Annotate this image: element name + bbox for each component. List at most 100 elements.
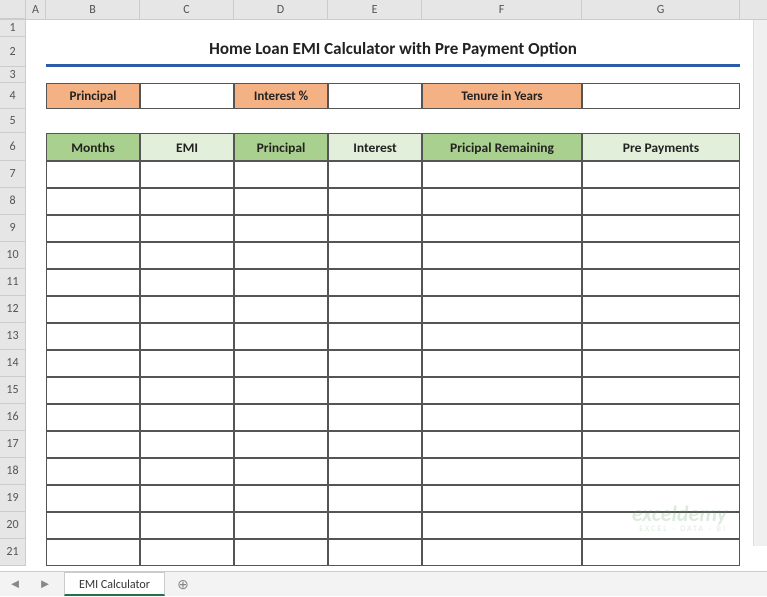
cell[interactable] <box>328 404 422 431</box>
col-header-E[interactable]: E <box>328 0 422 19</box>
cell[interactable] <box>234 512 328 539</box>
cell[interactable] <box>328 296 422 323</box>
col-header-B[interactable]: B <box>46 0 140 19</box>
cell[interactable] <box>234 188 328 215</box>
cell[interactable] <box>422 431 582 458</box>
cell[interactable] <box>422 242 582 269</box>
vertical-scrollbar[interactable] <box>753 20 767 546</box>
row-header-21[interactable]: 21 <box>0 539 26 566</box>
cell[interactable] <box>46 539 140 566</box>
cell[interactable] <box>140 161 234 188</box>
cell[interactable] <box>46 404 140 431</box>
cell[interactable] <box>140 512 234 539</box>
row-header-10[interactable]: 10 <box>0 242 26 269</box>
cell[interactable] <box>46 215 140 242</box>
cell[interactable] <box>140 296 234 323</box>
col-header-G[interactable]: G <box>582 0 740 19</box>
cell[interactable] <box>328 323 422 350</box>
cell[interactable] <box>328 431 422 458</box>
cell[interactable] <box>140 431 234 458</box>
cell[interactable] <box>140 458 234 485</box>
cell[interactable] <box>328 350 422 377</box>
principal-input[interactable] <box>140 83 234 109</box>
cell[interactable] <box>582 215 740 242</box>
cell[interactable] <box>234 485 328 512</box>
cell[interactable] <box>234 161 328 188</box>
sheet-tab-active[interactable]: EMI Calculator <box>64 572 165 596</box>
cell[interactable] <box>328 242 422 269</box>
cell[interactable] <box>328 161 422 188</box>
cell[interactable] <box>328 512 422 539</box>
cell[interactable] <box>582 377 740 404</box>
cell[interactable] <box>46 458 140 485</box>
cell[interactable] <box>46 377 140 404</box>
spreadsheet[interactable]: A B C D E F G 12345678910111213141516171… <box>0 0 767 571</box>
row-header-15[interactable]: 15 <box>0 377 26 404</box>
cell[interactable] <box>422 485 582 512</box>
cell[interactable] <box>234 242 328 269</box>
cell[interactable] <box>140 539 234 566</box>
cell[interactable] <box>328 458 422 485</box>
cell[interactable] <box>140 404 234 431</box>
cell[interactable] <box>140 350 234 377</box>
cell[interactable] <box>582 485 740 512</box>
cell[interactable] <box>582 269 740 296</box>
row-header-7[interactable]: 7 <box>0 161 26 188</box>
cell[interactable] <box>234 458 328 485</box>
cell[interactable] <box>140 485 234 512</box>
cell[interactable] <box>422 458 582 485</box>
cell[interactable] <box>46 431 140 458</box>
row-header-12[interactable]: 12 <box>0 296 26 323</box>
row-header-14[interactable]: 14 <box>0 350 26 377</box>
row-header-1[interactable]: 1 <box>0 20 26 37</box>
cell[interactable] <box>582 350 740 377</box>
cell[interactable] <box>234 269 328 296</box>
cell[interactable] <box>328 539 422 566</box>
cell[interactable] <box>582 404 740 431</box>
cell[interactable] <box>140 188 234 215</box>
cell[interactable] <box>422 539 582 566</box>
cell[interactable] <box>46 188 140 215</box>
col-header-F[interactable]: F <box>422 0 582 19</box>
cell[interactable] <box>422 296 582 323</box>
cell[interactable] <box>422 323 582 350</box>
cell[interactable] <box>46 323 140 350</box>
cell[interactable] <box>422 188 582 215</box>
cell[interactable] <box>582 323 740 350</box>
cell[interactable] <box>582 431 740 458</box>
cell[interactable] <box>46 161 140 188</box>
cell[interactable] <box>46 269 140 296</box>
cell[interactable] <box>328 188 422 215</box>
cell[interactable] <box>234 404 328 431</box>
cell[interactable] <box>328 377 422 404</box>
row-header-13[interactable]: 13 <box>0 323 26 350</box>
cell[interactable] <box>234 215 328 242</box>
cell[interactable] <box>140 323 234 350</box>
cell[interactable] <box>140 242 234 269</box>
row-header-3[interactable]: 3 <box>0 67 26 83</box>
cell[interactable] <box>46 350 140 377</box>
row-header-6[interactable]: 6 <box>0 133 26 161</box>
tab-next-icon[interactable]: ► <box>39 576 52 592</box>
cell[interactable] <box>582 188 740 215</box>
row-header-19[interactable]: 19 <box>0 485 26 512</box>
row-header-2[interactable]: 2 <box>0 37 26 67</box>
cell[interactable] <box>46 485 140 512</box>
cell[interactable] <box>234 377 328 404</box>
tenure-input[interactable] <box>582 83 740 109</box>
cell[interactable] <box>46 242 140 269</box>
col-header-D[interactable]: D <box>234 0 328 19</box>
cell[interactable] <box>234 350 328 377</box>
cell[interactable] <box>422 350 582 377</box>
cell[interactable] <box>234 539 328 566</box>
add-sheet-button[interactable]: ⊕ <box>171 572 195 596</box>
cell[interactable] <box>582 161 740 188</box>
cell[interactable] <box>234 431 328 458</box>
cell[interactable] <box>582 539 740 566</box>
row-header-17[interactable]: 17 <box>0 431 26 458</box>
cell[interactable] <box>582 296 740 323</box>
cell[interactable] <box>422 377 582 404</box>
select-all-corner[interactable] <box>0 0 26 19</box>
row-header-11[interactable]: 11 <box>0 269 26 296</box>
cell[interactable] <box>234 296 328 323</box>
